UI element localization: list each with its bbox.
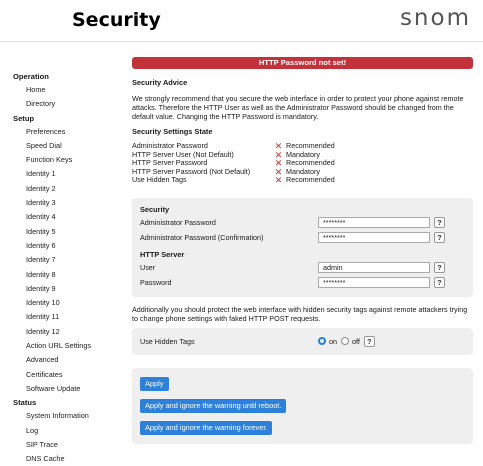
sidebar-item-certificates[interactable]: Certificates — [0, 368, 128, 382]
help-icon[interactable]: ? — [434, 261, 445, 273]
snom-logo: snom — [399, 5, 471, 31]
page-title: Security — [72, 9, 161, 31]
table-row: Use Hidden Tags ✕ Recommended — [132, 175, 335, 185]
admin-password-row: Administrator Password ******** ? — [140, 215, 465, 230]
http-user-label: User — [140, 262, 156, 272]
help-icon[interactable]: ? — [434, 216, 445, 228]
hidden-tags-panel: Use Hidden Tags on off ? — [132, 327, 473, 355]
admin-password-label: Administrator Password — [140, 217, 216, 227]
sidebar-item-identity-1[interactable]: Identity 1 — [0, 167, 128, 181]
hidden-tags-row: Use Hidden Tags on off ? — [140, 334, 465, 349]
security-advice-text: We strongly recommend that you secure th… — [132, 94, 464, 121]
http-user-field[interactable]: admin — [318, 261, 430, 273]
alert-banner: HTTP Password not set! — [132, 57, 473, 69]
sidebar-item-identity-8[interactable]: Identity 8 — [0, 268, 128, 282]
sidebar-item-identity-2[interactable]: Identity 2 — [0, 182, 128, 196]
sidebar-item-speed-dial[interactable]: Speed Dial — [0, 139, 128, 153]
sidebar-item-directory[interactable]: Directory — [0, 97, 128, 111]
apply-until-reboot-button[interactable]: Apply and ignore the warning until reboo… — [140, 398, 287, 413]
nav-section-status: Status — [13, 398, 37, 408]
sidebar-item-sip-trace[interactable]: SIP Trace — [0, 438, 128, 452]
sidebar-item-log[interactable]: Log — [0, 424, 128, 438]
help-icon[interactable]: ? — [363, 335, 375, 347]
hidden-tags-off-radio[interactable] — [341, 337, 349, 345]
http-user-row: User admin ? — [140, 260, 465, 275]
http-password-label: Password — [140, 277, 172, 287]
admin-password-confirm-row: Administrator Password (Confirmation) **… — [140, 230, 465, 245]
security-state-table: Administrator Password ✕ Recommended HTT… — [132, 141, 335, 185]
nav-section-setup: Setup — [13, 113, 35, 123]
hidden-tags-on-radio[interactable] — [318, 337, 326, 345]
admin-password-confirm-field[interactable]: ******** — [318, 231, 430, 243]
nav-section-operation: Operation — [13, 72, 49, 81]
hidden-tags-advice: Additionally you should protect the web … — [132, 304, 468, 323]
sidebar-item-identity-4[interactable]: Identity 4 — [0, 210, 128, 224]
http-server-heading: HTTP Server — [140, 249, 185, 259]
sidebar-item-identity-5[interactable]: Identity 5 — [0, 225, 128, 239]
sidebar-item-identity-3[interactable]: Identity 3 — [0, 196, 128, 210]
admin-password-field[interactable]: ******** — [318, 216, 430, 228]
sidebar-item-action-url-settings[interactable]: Action URL Settings — [0, 339, 128, 353]
security-settings-panel: Security Administrator Password ********… — [132, 197, 473, 297]
sidebar-item-preferences[interactable]: Preferences — [0, 125, 128, 139]
hidden-tags-off-label[interactable]: off — [352, 337, 360, 346]
sidebar-item-software-update[interactable]: Software Update — [0, 382, 128, 396]
sidebar-item-identity-10[interactable]: Identity 10 — [0, 296, 128, 310]
apply-button[interactable]: Apply — [140, 376, 169, 391]
sidebar-item-identity-6[interactable]: Identity 6 — [0, 239, 128, 253]
apply-forever-button[interactable]: Apply and ignore the warning forever. — [140, 420, 273, 435]
header-divider — [0, 41, 483, 42]
security-advice-heading: Security Advice — [132, 78, 188, 87]
hidden-tags-label: Use Hidden Tags — [140, 336, 195, 346]
security-state-heading: Security Settings State — [132, 127, 213, 136]
hidden-tags-on-label[interactable]: on — [329, 337, 337, 346]
main-content: HTTP Password not set! Security Advice W… — [132, 57, 473, 444]
sidebar-item-advanced[interactable]: Advanced — [0, 353, 128, 367]
security-form-heading: Security — [140, 204, 170, 214]
sidebar-item-identity-12[interactable]: Identity 12 — [0, 325, 128, 339]
sidebar-nav: Operation Home Directory Setup Preferenc… — [0, 70, 128, 466]
sidebar-item-identity-7[interactable]: Identity 7 — [0, 253, 128, 267]
sidebar-item-system-information[interactable]: System Information — [0, 409, 128, 423]
sidebar-item-dns-cache[interactable]: DNS Cache — [0, 452, 128, 466]
sidebar-item-home[interactable]: Home — [0, 83, 128, 97]
http-password-row: Password ******** ? — [140, 275, 465, 290]
state-label: Use Hidden Tags — [132, 175, 187, 184]
state-status: Recommended — [286, 175, 335, 184]
sidebar-item-identity-9[interactable]: Identity 9 — [0, 282, 128, 296]
cross-icon: ✕ — [274, 175, 283, 185]
http-password-field[interactable]: ******** — [318, 276, 430, 288]
admin-password-confirm-label: Administrator Password (Confirmation) — [140, 232, 264, 242]
sidebar-item-identity-11[interactable]: Identity 11 — [0, 310, 128, 324]
help-icon[interactable]: ? — [434, 276, 445, 288]
help-icon[interactable]: ? — [434, 231, 445, 243]
sidebar-item-function-keys[interactable]: Function Keys — [0, 153, 128, 167]
apply-buttons-panel: Apply Apply and ignore the warning until… — [132, 367, 473, 444]
